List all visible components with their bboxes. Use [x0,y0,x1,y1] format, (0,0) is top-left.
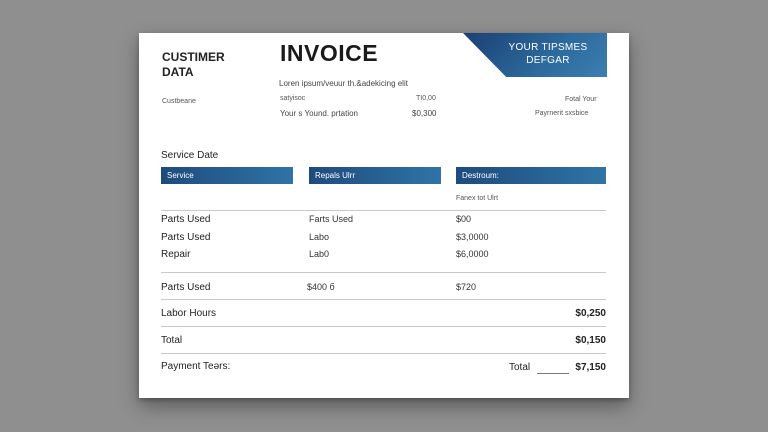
grand-total-underline [537,373,569,374]
banner-line-1: YOUR TIPSMES [508,42,588,53]
invoice-sheet: YOUR TIPSMES DEFGAR CUSTIMER DATA INVOIC… [139,33,629,398]
customer-data-heading: CUSTIMER DATA [162,50,225,80]
total-value: $0,150 [575,335,606,346]
grand-total-value: $7,150 [575,362,606,373]
lorem-text: Loren ipsum/veuur th.&adekicing elit [279,79,408,88]
column-header-service: Service [161,167,293,184]
detail-value-2: $0,300 [412,109,437,118]
item-label-1: Parts Used [161,214,211,225]
column-header-discount: Destroum: [456,167,606,184]
column-subheader: Fanex tot Ulrt [456,195,499,202]
item-label-2: Parts Used [161,232,211,243]
right-line-2: Payrnerit sxsbice [535,110,589,117]
detail-value-1: TI0,00 [416,95,436,102]
company-banner-text: YOUR TIPSMES DEFGAR [489,41,607,67]
customer-name: Custbeane [162,98,196,105]
divider-3 [161,299,606,300]
divider-2 [161,272,606,273]
payment-terms-label: Payment Teərs: [161,361,231,372]
divider-1 [161,210,606,211]
invoice-title: INVOICE [280,40,379,66]
item-mid-1: Farts Used [309,214,354,224]
item-mid-2: Labo [309,232,330,242]
right-line-1: Fotal Your [565,96,597,103]
summary-value: $720 [456,282,477,292]
summary-mid: $400 б [307,282,335,292]
total-label: Total [161,335,183,346]
labor-hours-label: Labor Hours [161,308,217,319]
column-header-repairs: Repals Ulrr [309,167,441,184]
banner-line-2: DEFGAR [526,55,570,66]
detail-label-2: Your s Yound. prtation [280,109,358,118]
service-date-label: Service Date [161,150,219,161]
customer-heading-line-2: DATA [162,65,194,79]
item-value-2: $3,0000 [456,232,489,242]
summary-label: Parts Used [161,282,211,293]
divider-5 [161,353,606,354]
item-label-3: Repair [161,249,191,260]
labor-hours-value: $0,250 [575,308,606,319]
item-mid-3: Lab0 [309,249,330,259]
divider-4 [161,326,606,327]
item-value-3: $6,0000 [456,249,489,259]
grand-total-label: Total [509,362,531,373]
customer-heading-line-1: CUSTIMER [162,50,225,64]
item-value-1: $00 [456,214,472,224]
detail-label-1: satyisoc [280,95,306,102]
